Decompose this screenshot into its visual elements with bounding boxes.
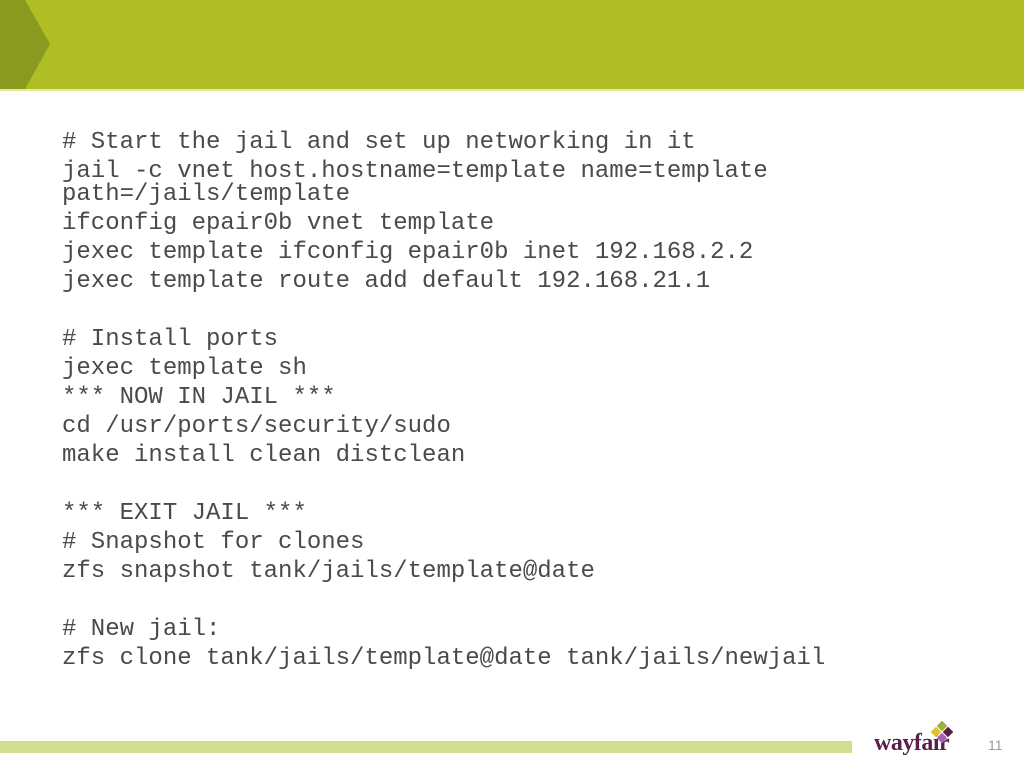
header-divider bbox=[0, 89, 1024, 91]
code-line: jexec template route add default 192.168… bbox=[62, 268, 711, 295]
code-line: zfs snapshot tank/jails/template@date bbox=[62, 558, 595, 585]
code-line: # Install ports bbox=[62, 326, 279, 353]
code-block: # Start the jail and set up networking i… bbox=[62, 128, 962, 673]
chevron-shape bbox=[0, 0, 50, 89]
code-line: # Start the jail and set up networking i… bbox=[62, 129, 696, 156]
code-line: make install clean distclean bbox=[62, 442, 466, 469]
code-line: jail -c vnet host.hostname=template name… bbox=[62, 158, 783, 208]
code-line: jexec template sh bbox=[62, 355, 307, 382]
code-line: # New jail: bbox=[62, 616, 221, 643]
code-line: # Snapshot for clones bbox=[62, 529, 365, 556]
code-line: *** NOW IN JAIL *** bbox=[62, 384, 336, 411]
code-line: *** EXIT JAIL *** bbox=[62, 500, 307, 527]
page-number: 11 bbox=[988, 737, 1003, 753]
code-line: jexec template ifconfig epair0b inet 192… bbox=[62, 239, 754, 266]
code-line: cd /usr/ports/security/sudo bbox=[62, 413, 451, 440]
logo-mark-icon bbox=[930, 720, 954, 744]
footer-bar bbox=[0, 741, 852, 753]
wayfair-logo: wayfair bbox=[874, 720, 964, 760]
code-line: ifconfig epair0b vnet template bbox=[62, 210, 495, 237]
slide-header-bar bbox=[0, 0, 1024, 89]
code-line: zfs clone tank/jails/template@date tank/… bbox=[62, 645, 826, 672]
